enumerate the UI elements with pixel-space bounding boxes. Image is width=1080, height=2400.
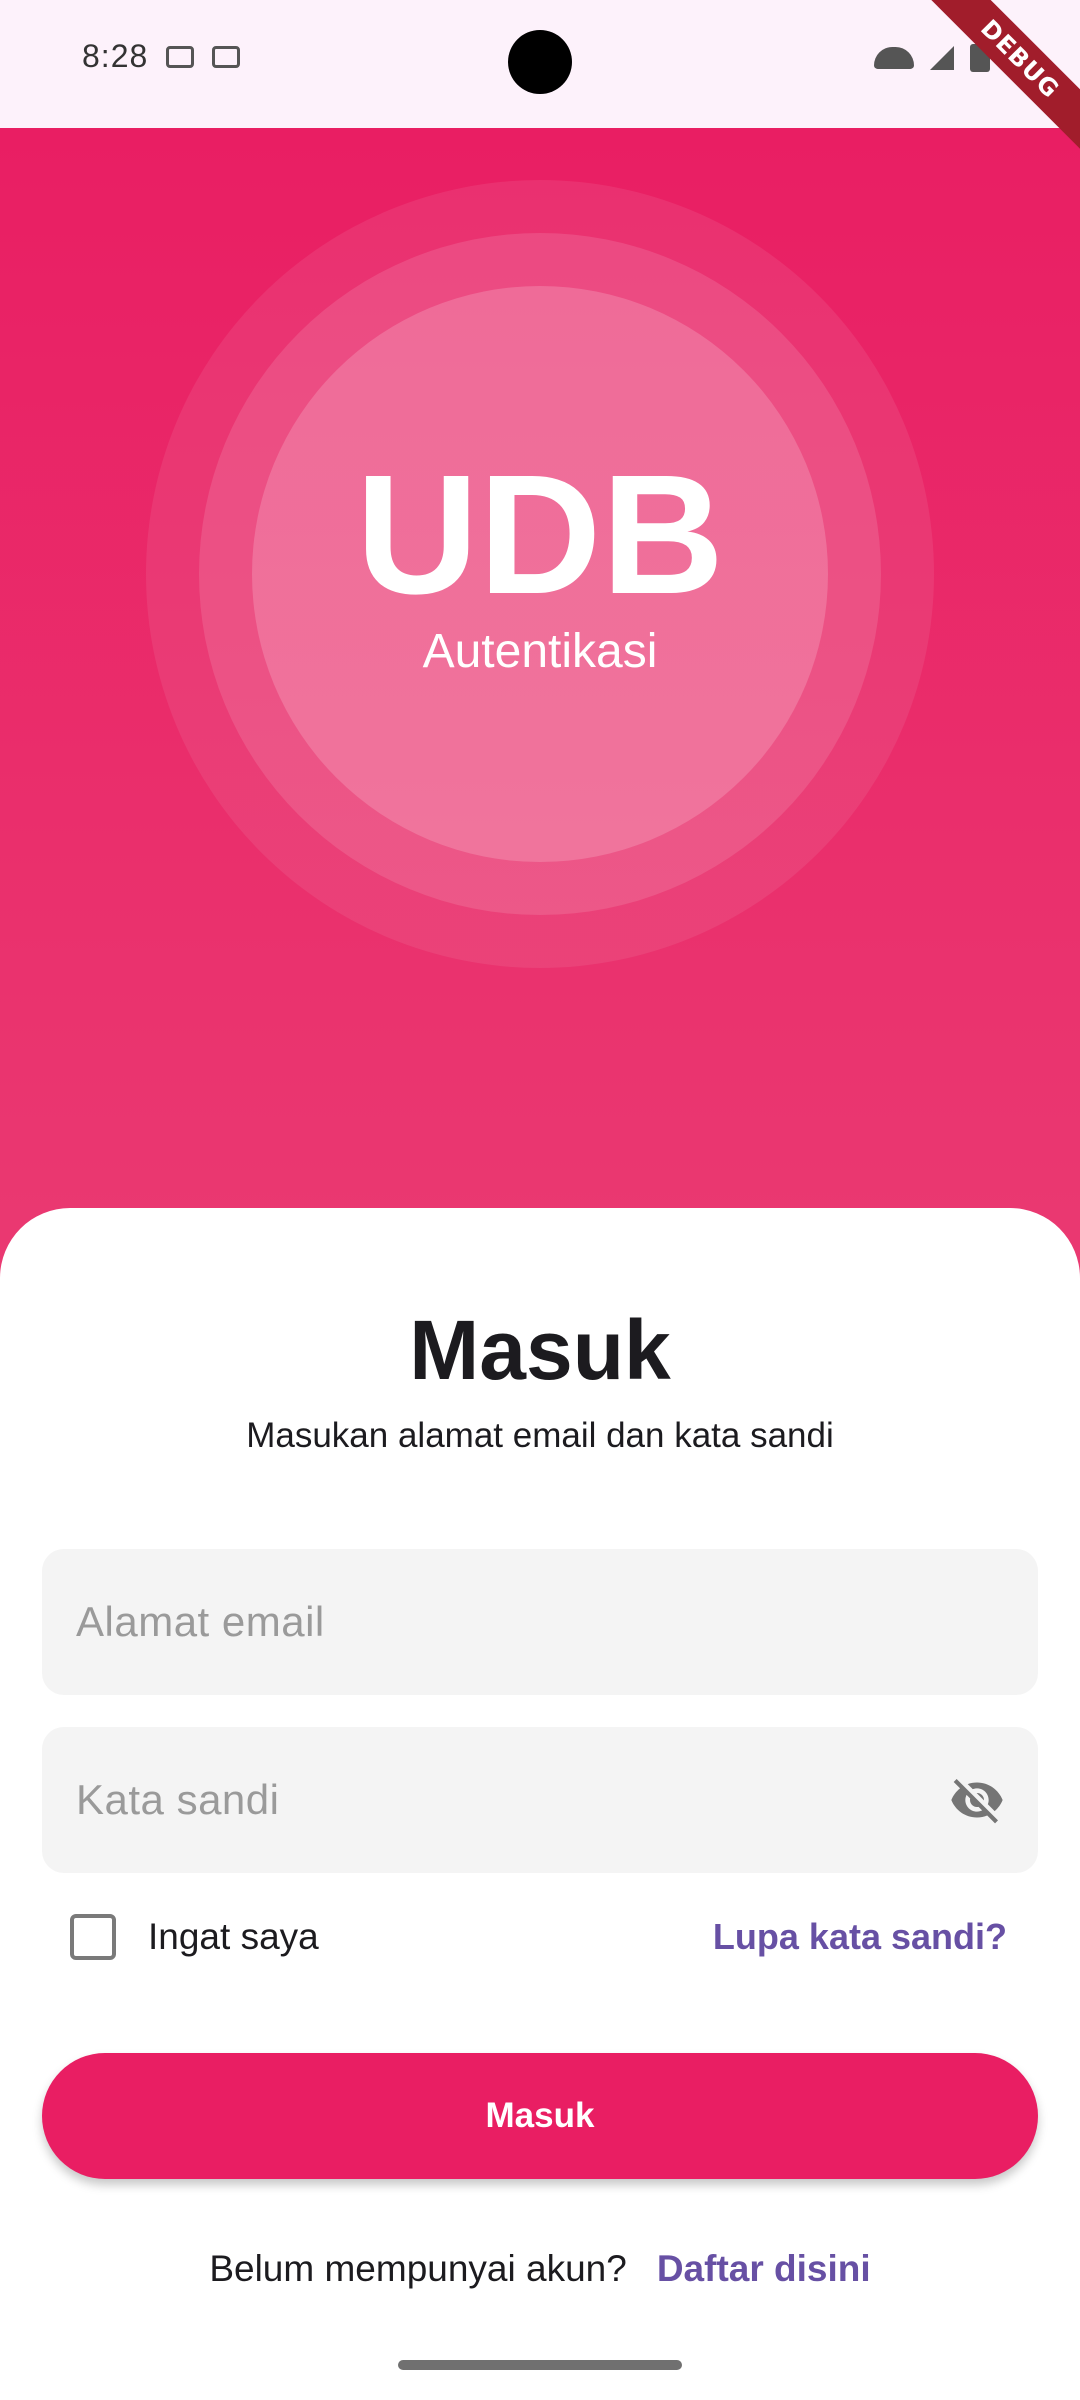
signup-prompt: Belum mempunyai akun?	[209, 2248, 627, 2289]
status-time: 8:28	[82, 38, 149, 74]
signup-link[interactable]: Daftar disini	[657, 2248, 871, 2290]
remember-me-checkbox[interactable]	[70, 1914, 116, 1960]
remember-me-toggle[interactable]: Ingat saya	[70, 1914, 319, 1960]
wifi-icon	[874, 47, 914, 69]
signal-icon	[930, 46, 954, 70]
email-field[interactable]	[42, 1549, 1038, 1695]
screen-icon	[212, 46, 240, 68]
notification-icon	[166, 46, 194, 68]
visibility-off-icon[interactable]	[946, 1772, 1008, 1828]
page-title: Masuk	[409, 1303, 671, 1397]
camera-cutout	[508, 30, 572, 94]
home-indicator[interactable]	[398, 2360, 682, 2370]
hero-header: UDB Autentikasi	[0, 128, 1080, 1308]
status-right-icons	[874, 44, 990, 72]
remember-me-label: Ingat saya	[148, 1916, 319, 1957]
status-bar: 8:28	[0, 0, 1080, 128]
page-subtitle: Masukan alamat email dan kata sandi	[246, 1416, 834, 1455]
app-logo-text: UDB	[355, 440, 725, 630]
status-left-icons	[166, 46, 240, 68]
forgot-password-link[interactable]: Lupa kata sandi?	[713, 1916, 1007, 1958]
email-input[interactable]	[74, 1597, 938, 1647]
password-field[interactable]	[42, 1727, 1038, 1873]
login-button[interactable]: Masuk	[42, 2053, 1038, 2179]
signup-row: Belum mempunyai akun? Daftar disini	[0, 2248, 1080, 2290]
login-card: Masuk Masukan alamat email dan kata sand…	[0, 1208, 1080, 2400]
password-input[interactable]	[74, 1775, 938, 1825]
app-logo-subtitle: Autentikasi	[422, 625, 658, 678]
